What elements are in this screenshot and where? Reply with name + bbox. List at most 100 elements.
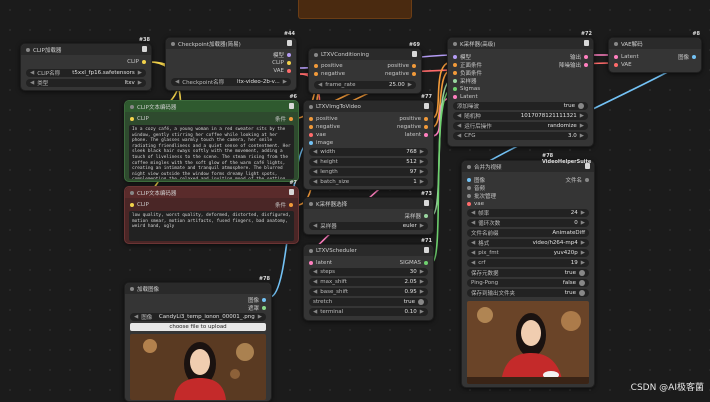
- arrow-right-icon[interactable]: ▶: [580, 123, 584, 129]
- arrow-left-icon[interactable]: ◀: [313, 179, 317, 185]
- save-metadata-toggle[interactable]: 保存元数据 true: [467, 269, 589, 277]
- node-header[interactable]: LTXVScheduler: [304, 245, 433, 256]
- video-combine-node[interactable]: #78 VideoHelperSuite 合并为视频 图像 文件名 音频 批次管理…: [461, 153, 595, 388]
- arrow-right-icon[interactable]: ▶: [581, 250, 585, 256]
- collapse-dot-icon[interactable]: [309, 248, 313, 253]
- ltxv-img-to-video-node[interactable]: #77 LTXVImgToVideo positive positive nega…: [303, 94, 434, 190]
- control-after-generate-select[interactable]: ◀ 运行后操作 randomize ▶: [453, 122, 588, 130]
- arrow-right-icon[interactable]: ▶: [420, 269, 424, 275]
- length-input[interactable]: ◀ length 97 ▶: [309, 168, 428, 176]
- input-latent[interactable]: Latent: [453, 92, 588, 101]
- frame-rate-input[interactable]: ◀ 帧率 24 ▶: [467, 209, 589, 217]
- base-shift-input[interactable]: ◀ base_shift 0.95 ▶: [309, 288, 428, 296]
- collapse-dot-icon[interactable]: [309, 201, 313, 206]
- arrow-right-icon[interactable]: ▶: [420, 309, 424, 315]
- arrow-right-icon[interactable]: ▶: [138, 70, 142, 76]
- arrow-right-icon[interactable]: ▶: [420, 179, 424, 185]
- arrow-left-icon[interactable]: ◀: [457, 133, 461, 139]
- collapse-dot-icon[interactable]: [614, 41, 618, 46]
- output-port[interactable]: [287, 68, 291, 73]
- filename-prefix-input[interactable]: 文件名前缀 AnimateDiff: [467, 229, 589, 237]
- input-port[interactable]: [467, 185, 471, 190]
- clip-text-encode-positive-node[interactable]: #6 CLIP文本编码器 CLIP 条件 In a cozy café, a yo…: [124, 94, 299, 182]
- width-input[interactable]: ◀ width 768 ▶: [309, 148, 428, 156]
- arrow-left-icon[interactable]: ◀: [30, 70, 34, 76]
- clip-loader-node[interactable]: #38 CLIP加载器 CLIP ◀ CLIP名称 t5xxl_fp16.safet…: [20, 37, 152, 91]
- output-port[interactable]: [289, 202, 293, 207]
- input-latent[interactable]: latent SIGMAS: [309, 258, 428, 267]
- toggle-icon[interactable]: [579, 280, 585, 286]
- output-mask[interactable]: 遮罩: [130, 303, 266, 312]
- input-port[interactable]: [467, 193, 471, 198]
- arrow-left-icon[interactable]: ◀: [313, 159, 317, 165]
- arrow-right-icon[interactable]: ▶: [581, 240, 585, 246]
- ksampler-advanced-node[interactable]: #72 K采样器(高级) 模型 输出 正面条件 降噪输出 负面条件 采样器 Sigm…: [447, 31, 594, 147]
- arrow-right-icon[interactable]: ▶: [420, 223, 424, 229]
- upload-button[interactable]: choose file to upload: [130, 323, 266, 331]
- input-negative[interactable]: negative negative: [314, 69, 416, 78]
- output-port[interactable]: [142, 59, 146, 64]
- arrow-left-icon[interactable]: ◀: [318, 82, 322, 88]
- ltxv-scheduler-node[interactable]: #71 LTXVScheduler latent SIGMAS ◀ steps 30 ▶…: [303, 238, 434, 321]
- output-port[interactable]: [287, 60, 291, 65]
- arrow-left-icon[interactable]: ◀: [313, 269, 317, 275]
- input-port[interactable]: [314, 63, 318, 68]
- ksampler-select-node[interactable]: #73 K采样器选择 采样器 ◀ 采样器 euler ▶: [303, 191, 434, 235]
- arrow-left-icon[interactable]: ◀: [457, 113, 461, 119]
- arrow-left-icon[interactable]: ◀: [30, 80, 34, 86]
- collapse-dot-icon[interactable]: [130, 104, 134, 109]
- collapse-dot-icon[interactable]: [171, 41, 175, 46]
- arrow-right-icon[interactable]: ▶: [581, 260, 585, 266]
- arrow-left-icon[interactable]: ◀: [457, 123, 461, 129]
- arrow-right-icon[interactable]: ▶: [258, 314, 262, 320]
- collapse-dot-icon[interactable]: [130, 286, 134, 291]
- input-port[interactable]: [130, 116, 134, 121]
- toggle-icon[interactable]: [418, 299, 424, 305]
- arrow-right-icon[interactable]: ▶: [420, 279, 424, 285]
- arrow-right-icon[interactable]: ▶: [420, 149, 424, 155]
- max-shift-input[interactable]: ◀ max_shift 2.05 ▶: [309, 278, 428, 286]
- output-port[interactable]: [412, 71, 416, 76]
- collapse-dot-icon[interactable]: [26, 47, 30, 52]
- clip-text-encode-negative-node[interactable]: #7 CLIP文本编码器 CLIP 条件 low quality, worst q…: [124, 180, 299, 244]
- arrow-right-icon[interactable]: ▶: [420, 169, 424, 175]
- toggle-icon[interactable]: [579, 270, 585, 276]
- node-header[interactable]: LTXVConditioning: [309, 49, 421, 60]
- terminal-input[interactable]: ◀ terminal 0.10 ▶: [309, 308, 428, 316]
- input-clip[interactable]: CLIP 条件: [130, 200, 293, 209]
- output-port[interactable]: [262, 297, 266, 302]
- arrow-left-icon[interactable]: ◀: [471, 260, 475, 266]
- negative-prompt-textarea[interactable]: low quality, worst quality, deformed, di…: [129, 211, 294, 241]
- output-port[interactable]: [424, 116, 428, 121]
- arrow-left-icon[interactable]: ◀: [313, 289, 317, 295]
- input-port[interactable]: [130, 202, 134, 207]
- output-port[interactable]: [585, 177, 589, 182]
- arrow-right-icon[interactable]: ▶: [420, 159, 424, 165]
- format-select[interactable]: ◀ 格式 video/h264-mp4 ▶: [467, 239, 589, 247]
- arrow-right-icon[interactable]: ▶: [283, 79, 287, 85]
- pix-fmt-select[interactable]: ◀ pix_fmt yuv420p ▶: [467, 249, 589, 257]
- batch-size-input[interactable]: ◀ batch_size 1 ▶: [309, 178, 428, 186]
- input-port[interactable]: [309, 116, 313, 121]
- node-header[interactable]: K采样器选择: [304, 198, 433, 209]
- clip-name-select[interactable]: ◀ CLIP名称 t5xxl_fp16.safetensors ▶: [26, 69, 146, 77]
- save-output-toggle[interactable]: 保存到输出文件夹 true: [467, 289, 589, 297]
- arrow-left-icon[interactable]: ◀: [471, 250, 475, 256]
- arrow-right-icon[interactable]: ▶: [581, 220, 585, 226]
- input-port[interactable]: [309, 140, 313, 145]
- checkpoint-loader-node[interactable]: #44 Checkpoint加载器(简易) 模型 CLIP VAE ◀ Check…: [165, 31, 297, 91]
- arrow-right-icon[interactable]: ▶: [580, 133, 584, 139]
- arrow-left-icon[interactable]: ◀: [313, 149, 317, 155]
- input-port[interactable]: [453, 78, 457, 83]
- input-port[interactable]: [314, 71, 318, 76]
- arrow-left-icon[interactable]: ◀: [175, 79, 179, 85]
- arrow-left-icon[interactable]: ◀: [313, 169, 317, 175]
- load-image-node[interactable]: #78 加载图像 图像 遮罩 ◀ 图像 CandyLi3_temp_ionon_00…: [124, 276, 272, 402]
- output-port[interactable]: [424, 132, 428, 137]
- arrow-left-icon[interactable]: ◀: [313, 279, 317, 285]
- arrow-left-icon[interactable]: ◀: [471, 210, 475, 216]
- input-port[interactable]: [309, 260, 313, 265]
- node-header[interactable]: CLIP文本编码器: [125, 101, 298, 112]
- arrow-left-icon[interactable]: ◀: [134, 314, 138, 320]
- node-header[interactable]: LTXVImgToVideo: [304, 101, 433, 112]
